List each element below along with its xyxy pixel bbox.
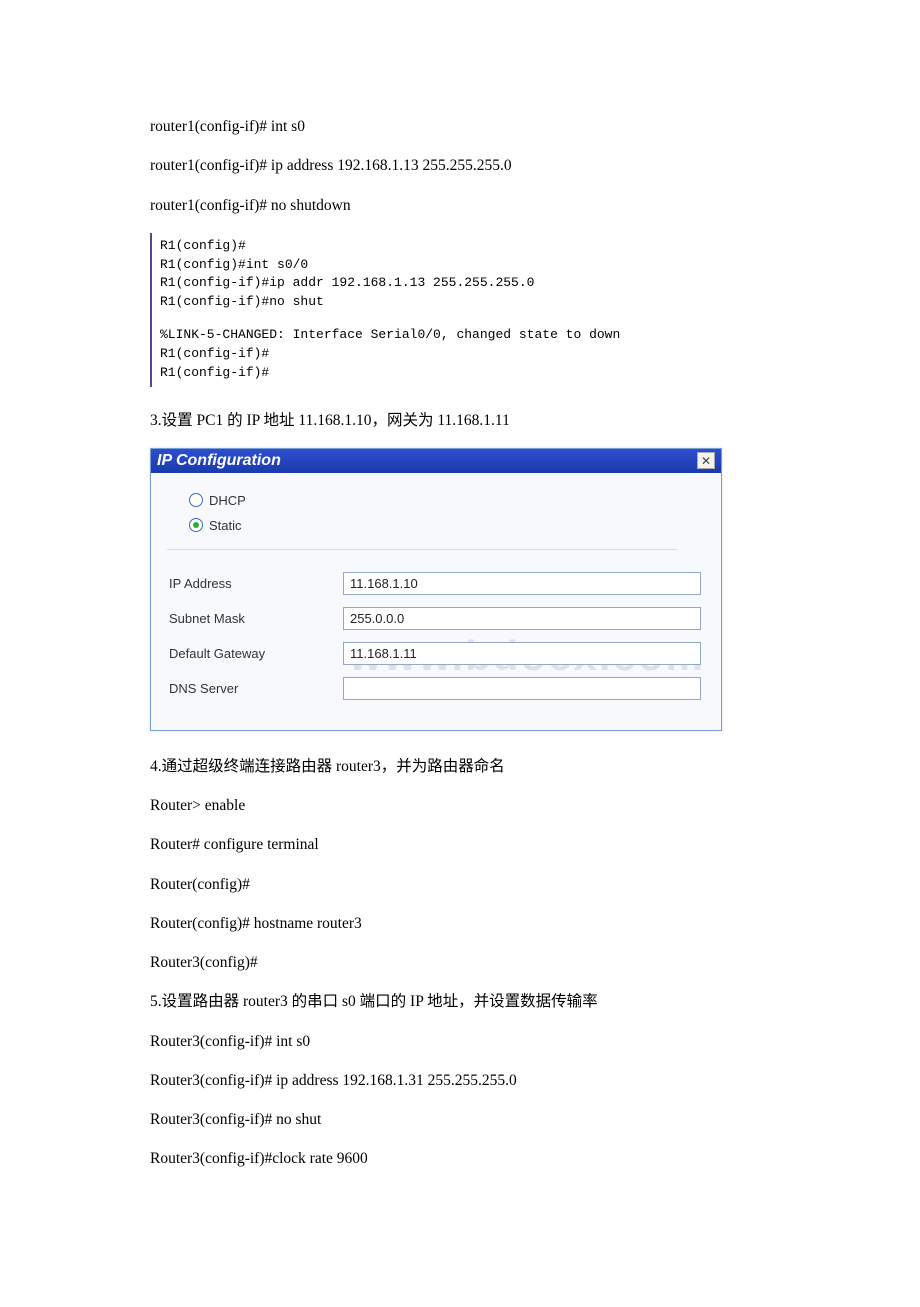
terminal-line: R1(config)#int s0/0	[160, 256, 780, 275]
radio-dhcp[interactable]	[189, 493, 203, 507]
intro-line-1: router1(config-if)# int s0	[150, 115, 780, 138]
default-gateway-row: Default Gateway	[169, 642, 707, 665]
ipconfig-body: DHCP Static IP Address Subnet Mask www.b…	[151, 473, 721, 730]
radio-static[interactable]	[189, 518, 203, 532]
terminal-line: R1(config-if)#	[160, 345, 780, 364]
step3-text: 3.设置 PC1 的 IP 地址 11.168.1.10，网关为 11.168.…	[150, 409, 780, 432]
close-button[interactable]: ✕	[697, 452, 715, 469]
after-line-3: Router# configure terminal	[150, 833, 780, 856]
after-line-4: Router(config)#	[150, 873, 780, 896]
after-line-1: 4.通过超级终端连接路由器 router3，并为路由器命名	[150, 755, 780, 778]
intro-line-2: router1(config-if)# ip address 192.168.1…	[150, 154, 780, 177]
radio-static-label: Static	[209, 518, 242, 533]
subnet-mask-row: Subnet Mask	[169, 607, 707, 630]
after-line-2: Router> enable	[150, 794, 780, 817]
ip-address-row: IP Address	[169, 572, 707, 595]
dns-server-label: DNS Server	[169, 681, 343, 696]
radio-static-row[interactable]: Static	[189, 518, 707, 533]
dns-server-row: DNS Server	[169, 677, 707, 700]
terminal-line: %LINK-5-CHANGED: Interface Serial0/0, ch…	[160, 326, 780, 345]
after-line-7: 5.设置路由器 router3 的串口 s0 端口的 IP 地址，并设置数据传输…	[150, 990, 780, 1013]
after-line-10: Router3(config-if)# no shut	[150, 1108, 780, 1131]
subnet-mask-input[interactable]	[343, 607, 701, 630]
after-line-9: Router3(config-if)# ip address 192.168.1…	[150, 1069, 780, 1092]
dns-server-input[interactable]	[343, 677, 701, 700]
intro-line-3: router1(config-if)# no shutdown	[150, 194, 780, 217]
ip-mode-radio-group: DHCP Static	[189, 493, 707, 533]
terminal-output: R1(config)# R1(config)#int s0/0 R1(confi…	[150, 233, 780, 387]
terminal-line: R1(config-if)#no shut	[160, 293, 780, 312]
after-line-5: Router(config)# hostname router3	[150, 912, 780, 935]
terminal-line: R1(config-if)#ip addr 192.168.1.13 255.2…	[160, 274, 780, 293]
after-line-8: Router3(config-if)# int s0	[150, 1030, 780, 1053]
ipconfig-title: IP Configuration	[157, 452, 281, 470]
after-line-11: Router3(config-if)#clock rate 9600	[150, 1147, 780, 1170]
subnet-mask-label: Subnet Mask	[169, 611, 343, 626]
ip-configuration-window: IP Configuration ✕ DHCP Static IP Addres…	[150, 448, 722, 731]
radio-dhcp-row[interactable]: DHCP	[189, 493, 707, 508]
ip-address-input[interactable]	[343, 572, 701, 595]
terminal-line: R1(config-if)#	[160, 364, 780, 383]
after-line-6: Router3(config)#	[150, 951, 780, 974]
terminal-line: R1(config)#	[160, 237, 780, 256]
ip-address-label: IP Address	[169, 576, 343, 591]
radio-dhcp-label: DHCP	[209, 493, 246, 508]
default-gateway-label: Default Gateway	[169, 646, 343, 661]
default-gateway-input[interactable]	[343, 642, 701, 665]
ipconfig-titlebar: IP Configuration ✕	[151, 449, 721, 473]
divider	[167, 549, 677, 550]
